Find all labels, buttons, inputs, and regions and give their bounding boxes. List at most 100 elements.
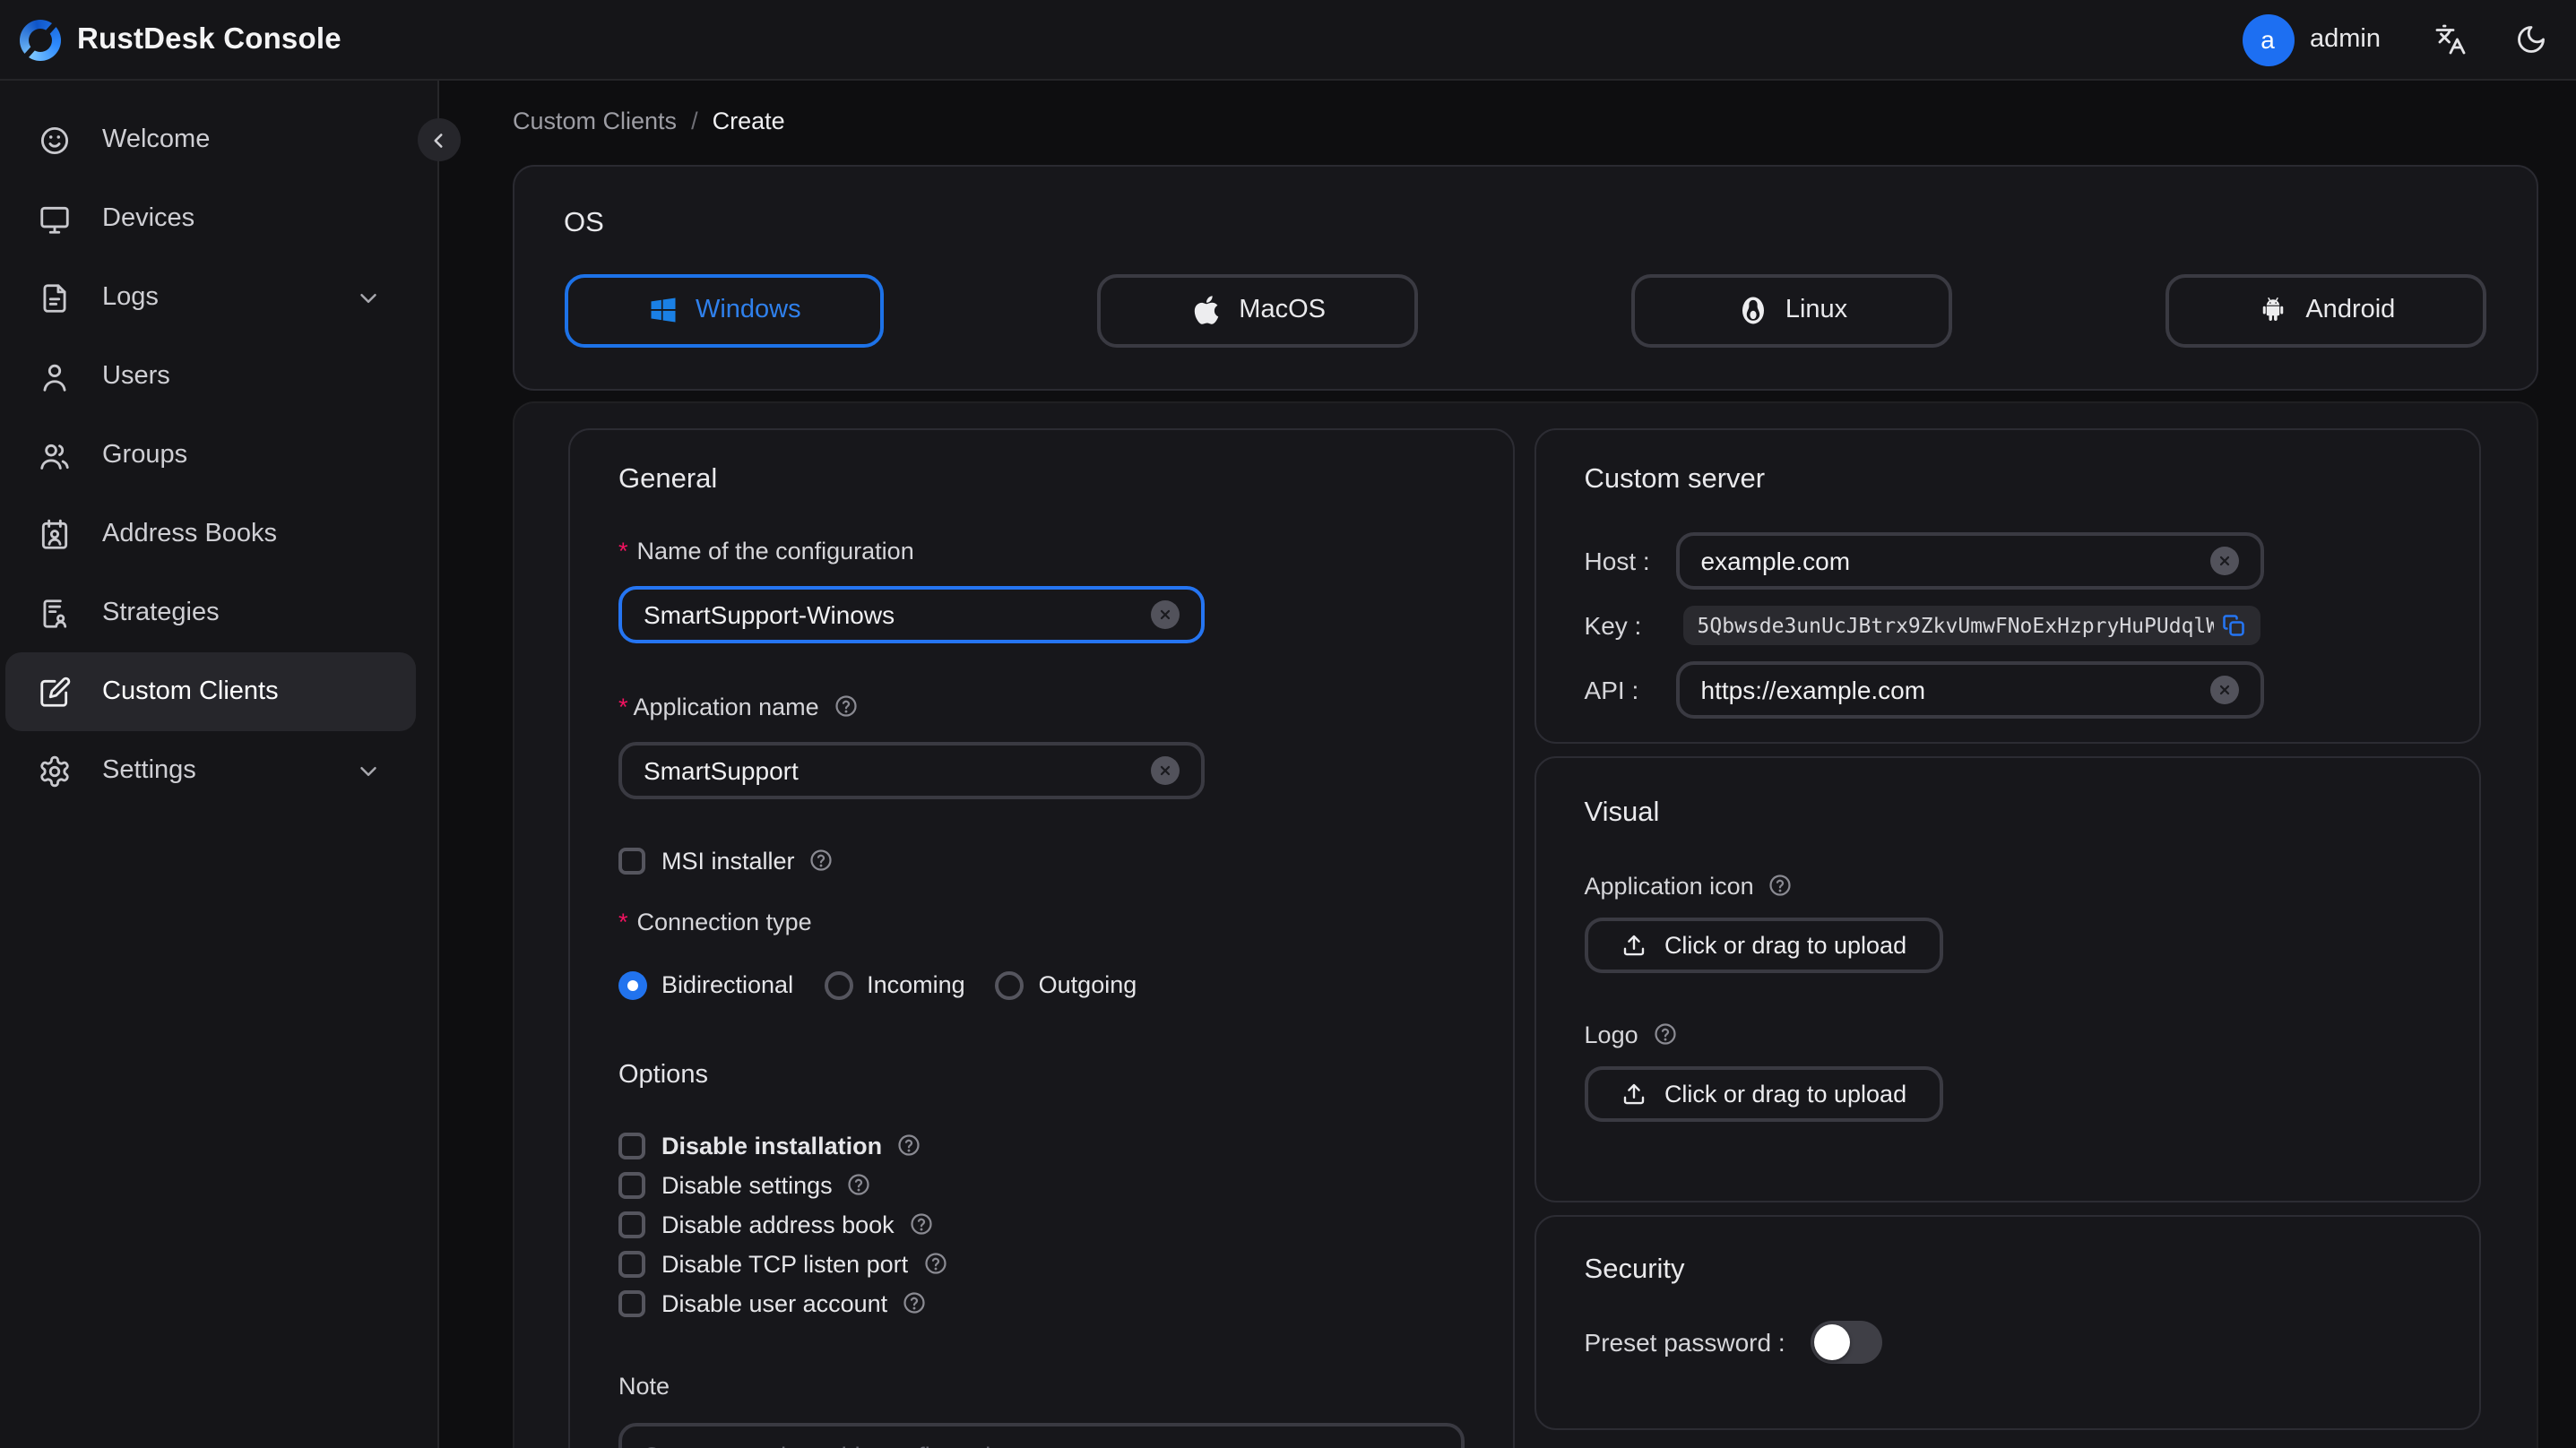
help-icon[interactable] (1768, 873, 1794, 898)
main-content: Custom Clients / Create OS Windows MacOS… (438, 81, 2576, 1448)
sidebar-item-label: Welcome (102, 125, 211, 154)
clear-icon[interactable] (1151, 599, 1180, 629)
address-book-icon (38, 517, 72, 551)
radio-outgoing[interactable] (995, 970, 1024, 1000)
radio-bidirectional[interactable] (618, 970, 647, 1000)
sidebar-item-label: Logs (102, 283, 159, 312)
user-name[interactable]: admin (2310, 25, 2381, 54)
apple-icon (1190, 295, 1223, 327)
radio-incoming[interactable] (824, 970, 853, 1000)
os-option-android[interactable]: Android (2165, 274, 2487, 347)
disable-tcp-listen-port-checkbox[interactable] (618, 1250, 645, 1278)
copy-icon[interactable] (2221, 612, 2246, 637)
header-bar: RustDesk Console a admin (0, 0, 2576, 81)
options-checkbox-list: Disable installation Disable settings Di… (618, 1130, 1465, 1318)
disable-address-book-checkbox[interactable] (618, 1211, 645, 1238)
connection-type-label: Connection type (618, 908, 1465, 935)
os-option-windows[interactable]: Windows (564, 274, 885, 347)
logo-label: Logo (1585, 1021, 2431, 1047)
help-icon[interactable] (896, 1133, 921, 1158)
sidebar-item-users[interactable]: Users (0, 337, 437, 416)
gear-icon (38, 754, 72, 788)
rustdesk-logo-icon (20, 19, 61, 60)
sidebar-item-address-books[interactable]: Address Books (0, 495, 437, 573)
config-name-input[interactable] (644, 599, 1137, 629)
sidebar-item-label: Devices (102, 204, 195, 233)
radio-label-incoming: Incoming (867, 971, 965, 999)
sidebar-item-devices[interactable]: Devices (0, 179, 437, 258)
option-label-text: Disable user account (661, 1289, 888, 1317)
sidebar-item-groups[interactable]: Groups (0, 416, 437, 495)
api-input[interactable] (1700, 675, 2196, 704)
language-button[interactable] (2434, 23, 2467, 56)
moon-icon (2515, 23, 2547, 56)
chevron-down-icon (354, 757, 381, 784)
msi-installer-checkbox[interactable] (618, 847, 645, 875)
sidebar-collapse-button[interactable] (417, 118, 460, 161)
logo-upload-button[interactable]: Click or drag to upload (1584, 1065, 1944, 1122)
security-card: Security Preset password : (1534, 1214, 2481, 1431)
os-option-label: Android (2305, 296, 2396, 325)
app-name-label: Application name (618, 693, 1465, 720)
sidebar-item-custom-clients[interactable]: Custom Clients (5, 652, 415, 731)
option-row-disable-user-account: Disable user account (618, 1288, 1465, 1318)
sidebar-item-label: Settings (102, 756, 196, 785)
breadcrumb: Custom Clients / Create (513, 102, 2576, 138)
app-name-input[interactable] (644, 755, 1137, 785)
option-label-text: Disable TCP listen port (661, 1250, 909, 1278)
custom-server-title: Custom server (1584, 463, 1766, 495)
option-label: Disable user account (661, 1289, 927, 1316)
help-icon[interactable] (902, 1290, 927, 1315)
disable-installation-checkbox[interactable] (618, 1132, 645, 1159)
os-option-linux[interactable]: Linux (1631, 274, 1953, 347)
upload-icon (1621, 1080, 1648, 1107)
help-icon[interactable] (834, 694, 859, 719)
form-wrapper: General Name of the configuration Applic… (513, 401, 2538, 1448)
note-label: Note (618, 1372, 670, 1400)
api-field (1675, 660, 2264, 719)
clear-icon[interactable] (2209, 546, 2239, 575)
disable-user-account-checkbox[interactable] (618, 1289, 645, 1317)
os-card: OS Windows MacOS Linux Android (513, 165, 2538, 391)
os-option-macos[interactable]: MacOS (1097, 274, 1419, 347)
os-option-label: Windows (695, 296, 801, 325)
help-icon[interactable] (909, 1211, 934, 1237)
general-title: General (618, 463, 718, 495)
sidebar-item-settings[interactable]: Settings (0, 731, 437, 810)
clear-icon[interactable] (1151, 755, 1180, 785)
host-row: Host : (1585, 531, 2431, 590)
application-icon-upload-button[interactable]: Click or drag to upload (1584, 917, 1944, 973)
help-icon[interactable] (922, 1251, 947, 1276)
option-label: Disable address book (661, 1211, 934, 1237)
sidebar-item-strategies[interactable]: Strategies (0, 573, 437, 652)
radio-label-bidirectional: Bidirectional (661, 971, 794, 999)
option-row-disable-tcp-listen-port: Disable TCP listen port (618, 1248, 1465, 1279)
option-label: Disable installation (661, 1132, 921, 1159)
disable-settings-checkbox[interactable] (618, 1171, 645, 1199)
note-textarea[interactable] (618, 1422, 1465, 1448)
toggle-knob (1813, 1323, 1850, 1360)
app-name-field (618, 741, 1205, 799)
api-label: API : (1584, 675, 1639, 704)
header-actions: a admin (2242, 13, 2551, 65)
option-label-text: Disable installation (661, 1132, 883, 1159)
sidebar-item-logs[interactable]: Logs (0, 258, 437, 337)
host-field (1675, 531, 2264, 590)
sidebar-item-label: Address Books (102, 520, 278, 548)
upload-button-label: Click or drag to upload (1664, 1080, 1907, 1108)
application-icon-label-text: Application icon (1584, 872, 1754, 900)
help-icon[interactable] (1653, 1021, 1678, 1047)
host-input[interactable] (1700, 546, 2196, 575)
user-avatar[interactable]: a (2242, 13, 2294, 65)
os-option-label: Linux (1785, 296, 1848, 325)
preset-password-toggle[interactable] (1810, 1320, 1882, 1364)
config-name-label: Name of the configuration (618, 537, 1465, 564)
sidebar-item-welcome[interactable]: Welcome (0, 100, 437, 179)
theme-toggle-button[interactable] (2515, 23, 2547, 56)
clear-icon[interactable] (2209, 675, 2239, 704)
help-icon[interactable] (847, 1172, 872, 1197)
visual-title: Visual (1584, 797, 1660, 828)
breadcrumb-parent[interactable]: Custom Clients (513, 107, 677, 134)
help-icon[interactable] (809, 848, 834, 873)
custom-server-card: Custom server Host : Key : 5Qbwsde3unUcJ… (1534, 427, 2481, 744)
